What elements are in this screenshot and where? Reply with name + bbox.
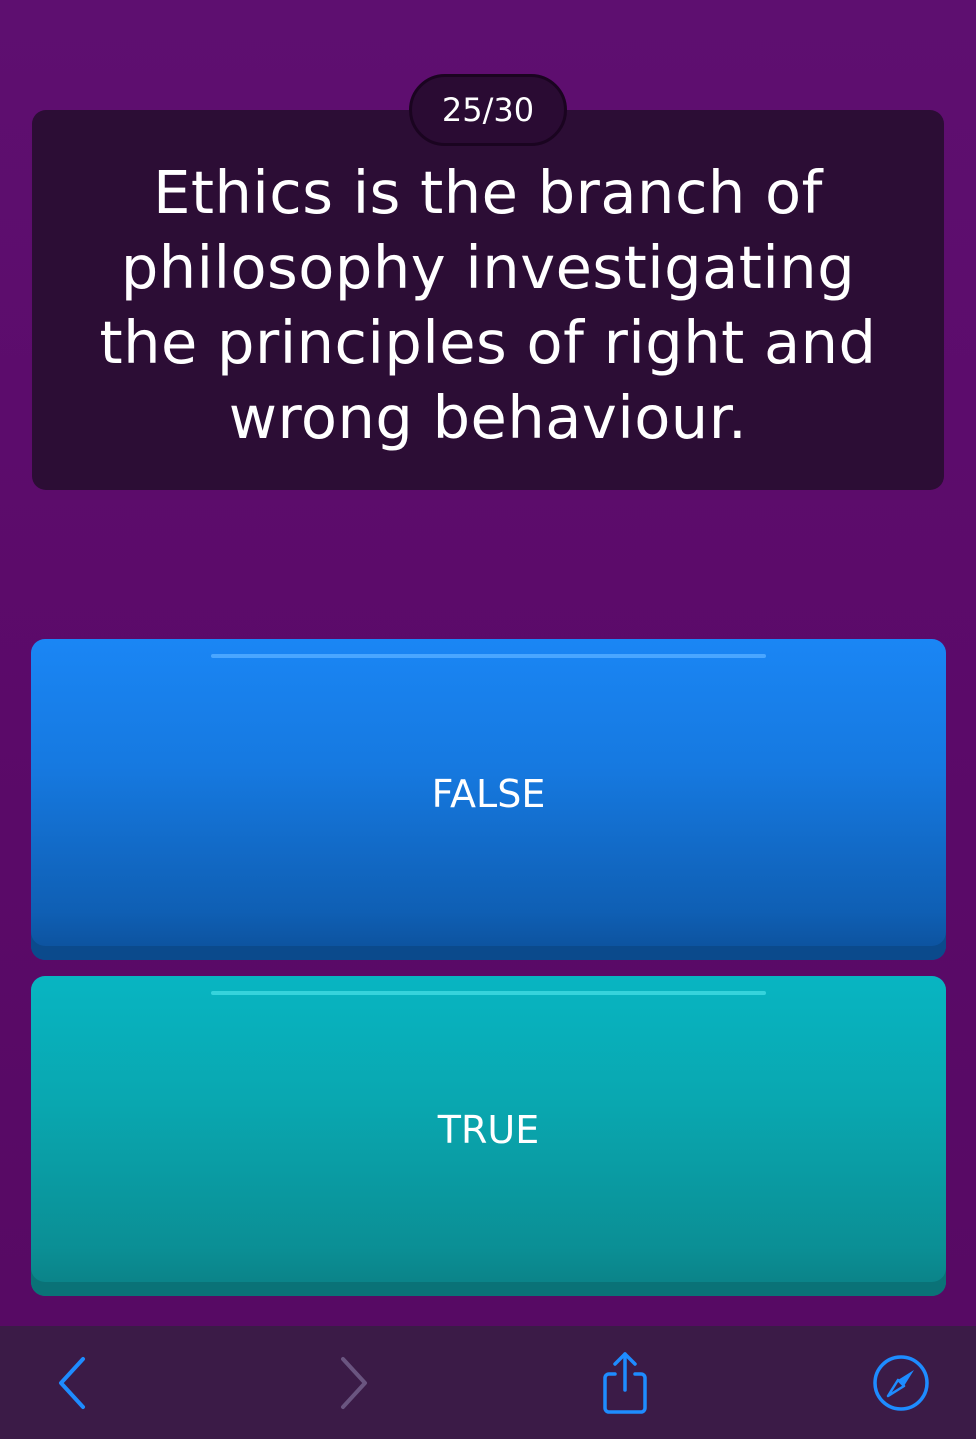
question-card: Ethics is the branch of philosophy inves… [32,110,944,490]
answer-label: TRUE [437,1108,540,1152]
answer-false-button[interactable]: FALSE [31,639,946,960]
button-highlight [211,654,766,658]
forward-arrow-icon [341,1357,367,1409]
compass-button[interactable] [866,1348,936,1418]
share-icon [603,1352,647,1414]
share-button[interactable] [590,1348,660,1418]
question-text: Ethics is the branch of philosophy inves… [99,158,877,452]
back-button[interactable] [38,1348,108,1418]
forward-button[interactable] [318,1348,388,1418]
browser-toolbar [0,1326,976,1439]
question-counter: 25/30 [409,74,567,146]
back-arrow-icon [59,1357,85,1409]
answer-label: FALSE [431,771,546,816]
button-highlight [211,991,766,995]
compass-icon [873,1355,929,1411]
answer-true-button[interactable]: TRUE [31,976,946,1296]
